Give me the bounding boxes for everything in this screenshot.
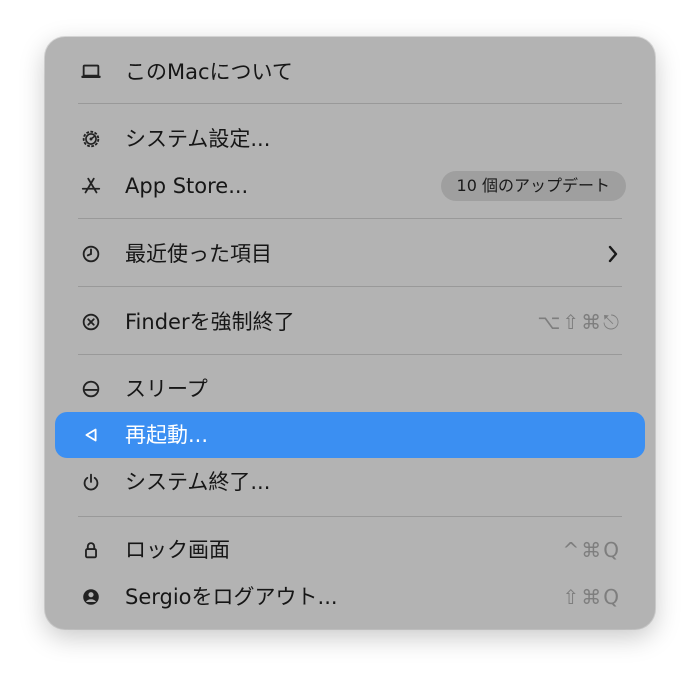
app-store-icon	[79, 174, 103, 198]
menu-item-label: App Store...	[125, 174, 249, 198]
menu-item-label: スリープ	[125, 377, 208, 401]
menu-separator	[78, 516, 622, 517]
keyboard-shortcut: ⌥⇧⌘⎋	[537, 310, 621, 334]
menu-item-label: システム設定...	[125, 127, 271, 151]
menu-item-restart[interactable]: 再起動...	[55, 412, 645, 458]
force-quit-icon	[79, 310, 103, 334]
menu-item-label: 再起動...	[125, 423, 209, 447]
clock-icon	[79, 242, 103, 266]
menu-item-label: Sergioをログアウト...	[125, 585, 338, 609]
menu-item-sleep[interactable]: スリープ	[55, 366, 645, 412]
power-icon	[79, 470, 103, 494]
keyboard-shortcut: ^⌘Q	[562, 538, 621, 562]
keyboard-shortcut: ⇧⌘Q	[562, 585, 621, 609]
menu-item-label: Finderを強制終了	[125, 310, 295, 334]
menu-item-system-settings[interactable]: システム設定...	[55, 116, 645, 162]
menu-item-label: このMacについて	[125, 60, 293, 84]
menu-separator	[78, 103, 622, 104]
menu-item-label: 最近使った項目	[125, 242, 272, 266]
menu-item-lock-screen[interactable]: ロック画面 ^⌘Q	[55, 527, 645, 573]
menu-separator	[78, 218, 622, 219]
menu-separator	[78, 286, 622, 287]
apple-menu: このMacについて システム設定... App Store... 10 個のアッ…	[45, 37, 655, 629]
restart-icon	[79, 423, 103, 447]
gear-icon	[79, 127, 103, 151]
menu-item-label: ロック画面	[125, 538, 230, 562]
updates-badge: 10 個のアップデート	[440, 171, 626, 201]
menu-item-app-store[interactable]: App Store... 10 個のアップデート	[55, 163, 645, 209]
menu-item-log-out[interactable]: Sergioをログアウト... ⇧⌘Q	[55, 574, 645, 620]
lock-icon	[79, 538, 103, 562]
menu-item-force-quit-finder[interactable]: Finderを強制終了 ⌥⇧⌘⎋	[55, 299, 645, 345]
chevron-right-icon	[605, 243, 621, 265]
menu-item-recent-items[interactable]: 最近使った項目	[55, 231, 645, 277]
menu-item-label: システム終了...	[125, 470, 271, 494]
menu-item-about-this-mac[interactable]: このMacについて	[55, 49, 645, 95]
menu-separator	[78, 354, 622, 355]
user-icon	[79, 585, 103, 609]
sleep-icon	[79, 377, 103, 401]
menu-item-shut-down[interactable]: システム終了...	[55, 459, 645, 505]
laptop-icon	[79, 60, 103, 84]
